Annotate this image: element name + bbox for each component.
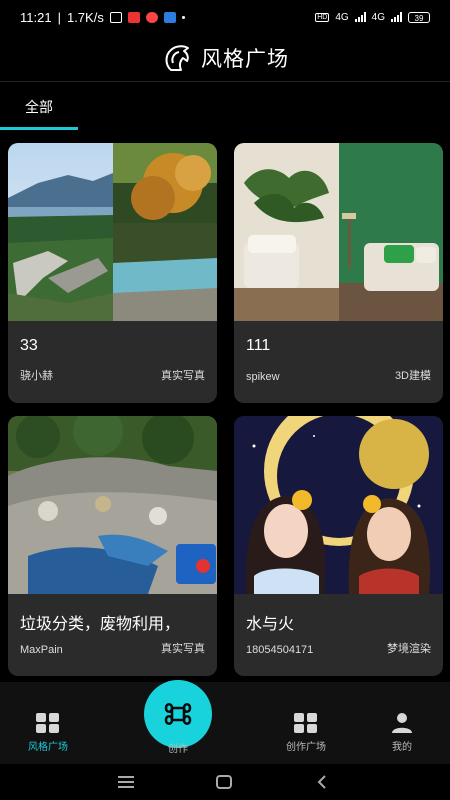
- network-label: 4G: [335, 11, 349, 23]
- card-image-interior: [234, 143, 443, 321]
- menu-button[interactable]: [116, 772, 136, 792]
- card-author: MaxPain: [20, 644, 63, 656]
- tab-indicator: [0, 127, 78, 130]
- home-square-icon: [216, 775, 232, 789]
- mute-icon: [109, 11, 122, 23]
- grid-icon: [36, 713, 59, 733]
- card-author: spikew: [246, 371, 280, 383]
- status-time: 11:21: [20, 9, 52, 25]
- create-button[interactable]: [144, 680, 212, 748]
- style-card[interactable]: 111 spikew 3D建模: [234, 143, 443, 403]
- tab-label: 全部: [25, 99, 53, 115]
- page-title: 风格广场: [201, 47, 289, 71]
- command-icon: [164, 702, 192, 726]
- horse-head-icon: [165, 44, 189, 71]
- app-notification-icon: [145, 11, 158, 23]
- tab-all[interactable]: 全部: [0, 84, 78, 130]
- status-separator: |: [57, 9, 61, 25]
- signal-icon: [391, 12, 402, 22]
- bottom-navigation: 风格广场 创作 创作广场 我的: [0, 680, 450, 764]
- card-title: 111: [246, 337, 271, 354]
- style-card[interactable]: 33 骁小赫 真实写真: [8, 143, 217, 403]
- system-navigation: [0, 764, 450, 800]
- card-style-tag: 真实写真: [161, 370, 205, 382]
- nav-creation-square[interactable]: 创作广场: [266, 712, 346, 753]
- page-header: 风格广场: [0, 34, 450, 82]
- back-button[interactable]: [312, 772, 332, 792]
- signal-icon: [354, 12, 366, 22]
- card-image-anime: [234, 416, 443, 594]
- card-author: 骁小赫: [20, 370, 53, 382]
- nav-label: 风格广场: [28, 742, 68, 753]
- back-arrow-icon: [317, 775, 326, 789]
- card-style-tag: 3D建模: [394, 370, 431, 382]
- nav-profile[interactable]: 我的: [362, 712, 442, 753]
- card-style-tag: 真实写真: [161, 643, 205, 655]
- nav-style-square[interactable]: 风格广场: [8, 712, 88, 753]
- card-author: 18054504171: [246, 644, 314, 656]
- card-title: 水与火: [246, 616, 295, 633]
- style-card[interactable]: 垃圾分类，废物利用， MaxPain 真实写真: [8, 416, 217, 676]
- status-speed: 1.7K/s: [66, 9, 104, 25]
- card-image-landscape: [8, 143, 217, 321]
- grid-icon: [294, 713, 317, 733]
- style-card[interactable]: 水与火 18054504171 梦境渲染: [234, 416, 443, 676]
- app-notification-icon: [163, 11, 176, 23]
- home-button[interactable]: [214, 772, 234, 792]
- dot-icon: [181, 15, 185, 19]
- card-image-garbage: [8, 416, 217, 594]
- card-title: 33: [20, 337, 38, 354]
- network-label: 4G: [371, 11, 385, 23]
- nav-label: 创作: [168, 744, 188, 755]
- menu-icon: [118, 776, 134, 788]
- person-icon: [392, 713, 412, 733]
- nav-label: 我的: [392, 742, 412, 753]
- status-bar: 11:21 | 1.7K/s HD 4G 4G 39: [0, 0, 450, 34]
- hd-icon: HD: [315, 12, 330, 22]
- nav-label: 创作广场: [286, 742, 326, 753]
- card-title: 垃圾分类，废物利用，: [20, 616, 181, 633]
- card-style-tag: 梦境渲染: [387, 643, 431, 655]
- battery-icon: 39: [408, 11, 430, 23]
- category-tabs: 全部: [0, 84, 450, 130]
- app-notification-icon: [127, 11, 140, 23]
